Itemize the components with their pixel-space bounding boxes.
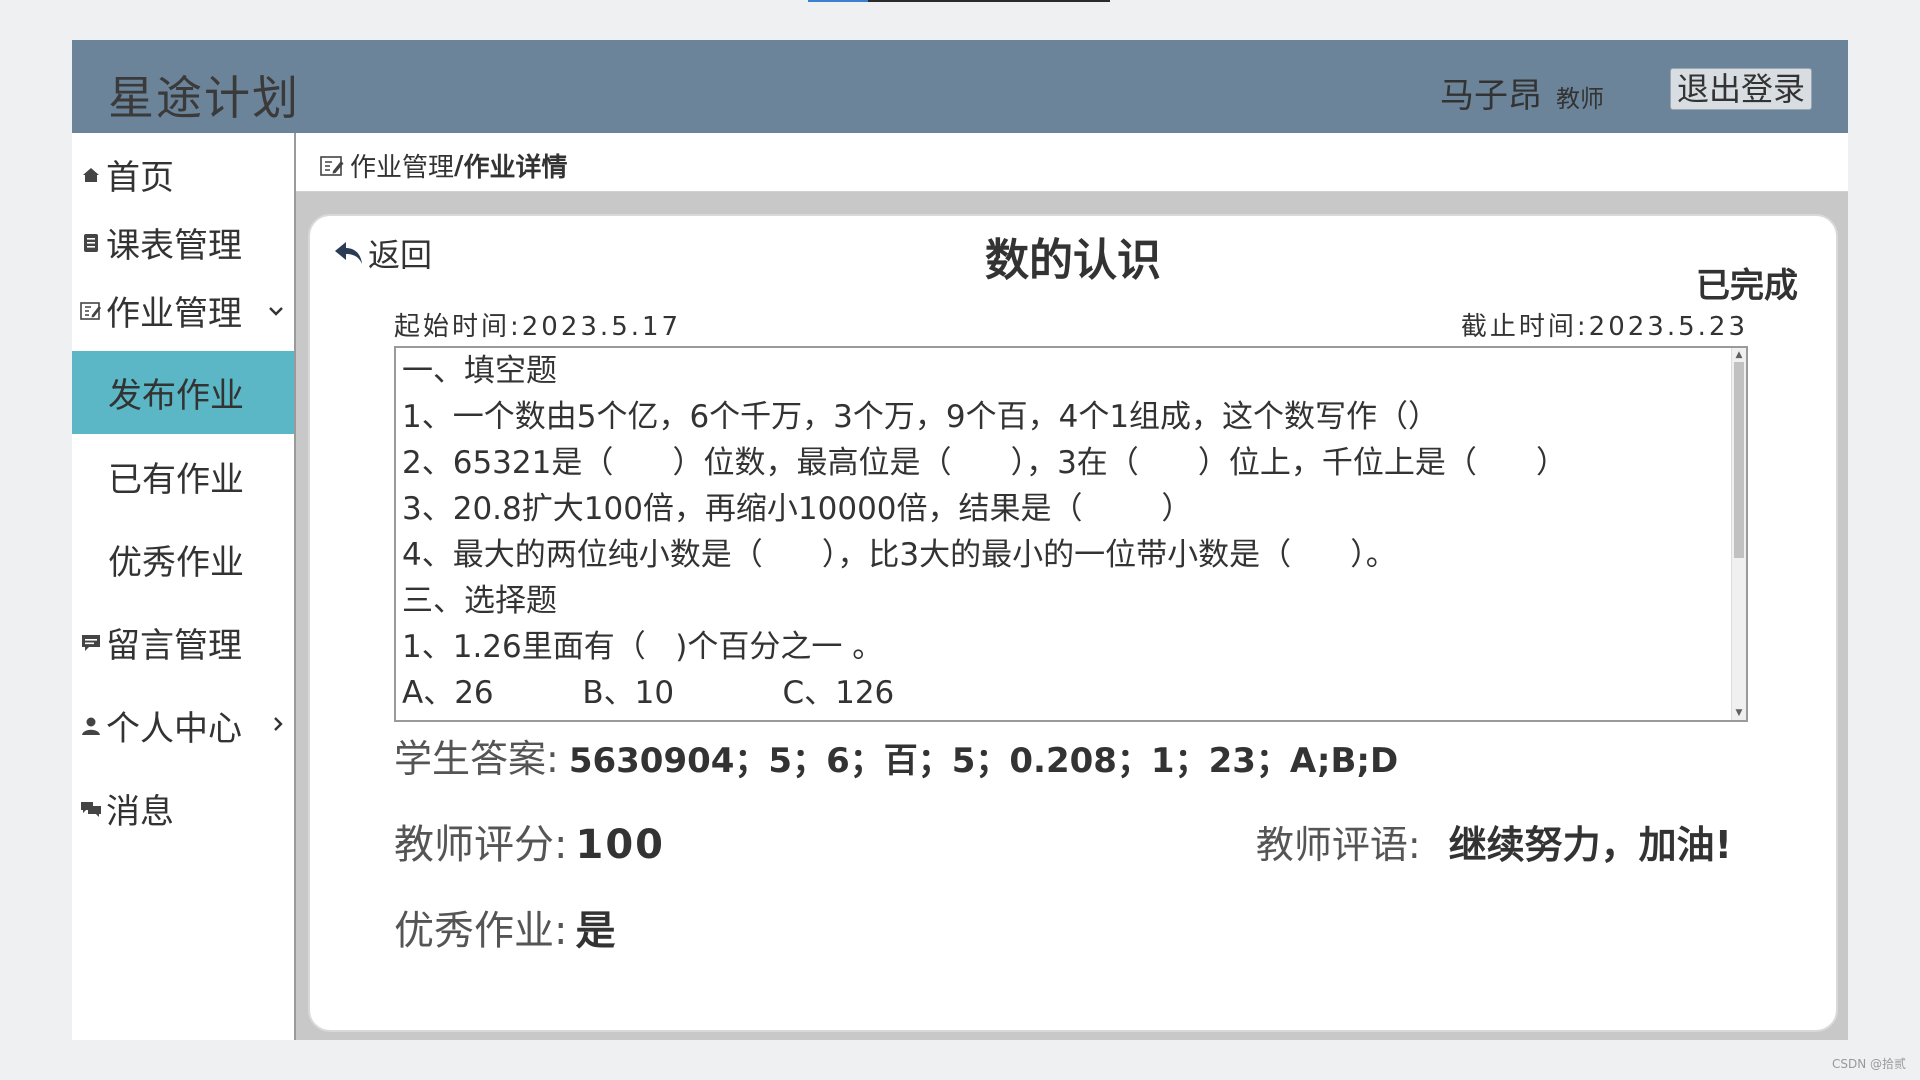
student-answer: 学生答案: 5630904；5；6；百；5；0.208；1；23；A;B;D [394, 728, 1398, 783]
homework-content: 一、填空题 1、一个数由5个亿，6个千万，3个万，9个百，4个1组成，这个数写作… [402, 348, 1712, 716]
excellent-homework-value: 是 [575, 908, 616, 954]
sidebar-item-notifications[interactable]: 消息 [72, 767, 294, 850]
home-icon [76, 166, 106, 184]
top-accent-bar [808, 0, 1110, 2]
content-line: 1、一个数由5个亿，6个千万，3个万，9个百，4个1组成，这个数写作（） [402, 399, 1440, 435]
user-icon [76, 716, 106, 736]
homework-content-textarea[interactable]: 一、填空题 1、一个数由5个亿，6个千万，3个万，9个百，4个1组成，这个数写作… [394, 346, 1748, 722]
sidebar-item-label: 首页 [106, 158, 174, 198]
edit-icon [320, 155, 346, 177]
teacher-score-label: 教师评分: [394, 822, 568, 868]
scroll-thumb[interactable] [1734, 362, 1744, 558]
sidebar-item-label: 课表管理 [106, 226, 242, 266]
content-line: 2、65321是（ ）位数，最高位是（ ），3在（ ）位上，千位上是（ ） [402, 445, 1568, 481]
sidebar-item-label: 发布作业 [108, 376, 244, 416]
scroll-down-icon[interactable]: ▼ [1732, 706, 1746, 720]
user-name: 马子昂 [1440, 76, 1542, 116]
teacher-comment-label: 教师评语: [1255, 823, 1421, 867]
excellent-homework-label: 优秀作业: [394, 908, 568, 954]
sidebar-item-homework[interactable]: 作业管理 [72, 269, 294, 352]
logout-button[interactable]: 退出登录 [1669, 68, 1812, 110]
scroll-up-icon[interactable]: ▲ [1732, 348, 1746, 362]
teacher-comment: 教师评语: 继续努力，加油! [1256, 814, 1732, 869]
content-line: 三、选择题 [402, 583, 557, 619]
schedule-icon [76, 233, 106, 253]
top-header: 星途计划 马子昂 教师 退出登录 [72, 40, 1848, 133]
teacher-score: 教师评分: 100 [394, 812, 665, 870]
edit-icon [76, 301, 106, 321]
content-line: 1、1.26里面有（ )个百分之一 。 [402, 629, 884, 665]
content-line: 一、填空题 [402, 353, 557, 389]
app-frame: 星途计划 马子昂 教师 退出登录 首页 课表管理 作业管理 发布作业 已有作业 … [72, 40, 1848, 1040]
content-scrollbar[interactable]: ▲ ▼ [1731, 348, 1746, 720]
sidebar-item-messages-manage[interactable]: 留言管理 [72, 601, 294, 684]
breadcrumb: 作业管理 / 作业详情 [320, 147, 568, 184]
student-answer-label: 学生答案: [394, 737, 559, 781]
chat-icon [76, 800, 106, 818]
sidebar-item-label: 留言管理 [106, 626, 242, 666]
sidebar-item-label: 优秀作业 [108, 543, 244, 583]
sidebar-item-label: 已有作业 [108, 460, 244, 500]
breadcrumb-bar: 作业管理 / 作业详情 [296, 133, 1848, 192]
user-info: 马子昂 教师 [1440, 68, 1604, 117]
end-time: 截止时间:2023.5.23 [1460, 312, 1748, 342]
sidebar-item-label: 个人中心 [106, 709, 242, 749]
breadcrumb-parent[interactable]: 作业管理 [350, 147, 454, 184]
start-time: 起始时间:2023.5.17 [394, 312, 682, 342]
breadcrumb-separator: / [454, 150, 464, 181]
teacher-score-value: 100 [575, 822, 665, 868]
sidebar-item-excellent-homework[interactable]: 优秀作业 [72, 518, 294, 601]
sidebar-item-label: 作业管理 [106, 294, 242, 334]
breadcrumb-current: 作业详情 [463, 153, 568, 183]
homework-title: 数的认识 [985, 235, 1161, 286]
teacher-comment-value: 继续努力，加油! [1448, 823, 1732, 867]
user-role: 教师 [1556, 85, 1604, 113]
sidebar-item-label: 消息 [106, 792, 174, 832]
sidebar-item-profile[interactable]: 个人中心 [72, 684, 294, 767]
chevron-right-icon [272, 713, 284, 738]
brand-title: 星途计划 [108, 71, 300, 125]
sidebar-item-existing-homework[interactable]: 已有作业 [72, 435, 294, 518]
excellent-homework: 优秀作业: 是 [394, 898, 615, 956]
content-line: 3、20.8扩大100倍，再缩小10000倍，结果是（ ） [402, 491, 1193, 527]
content-line: 4、最大的两位纯小数是（ ），比3大的最小的一位带小数是（ ）。 [402, 537, 1397, 573]
message-icon [76, 634, 106, 652]
homework-detail-panel: 返回 数的认识 已完成 起始时间:2023.5.17 截止时间:2023.5.2… [308, 214, 1838, 1032]
sidebar: 首页 课表管理 作业管理 发布作业 已有作业 优秀作业 留言管理 个人中心 消息 [72, 133, 296, 1040]
student-answer-value: 5630904；5；6；百；5；0.208；1；23；A;B;D [568, 741, 1399, 781]
content-line: A、26 B、10 C、126 [402, 675, 895, 711]
status-badge: 已完成 [1696, 266, 1798, 306]
chevron-down-icon [268, 298, 284, 323]
sidebar-item-publish-homework[interactable]: 发布作业 [72, 351, 294, 434]
watermark: CSDN @拾贰 [1831, 1057, 1906, 1071]
